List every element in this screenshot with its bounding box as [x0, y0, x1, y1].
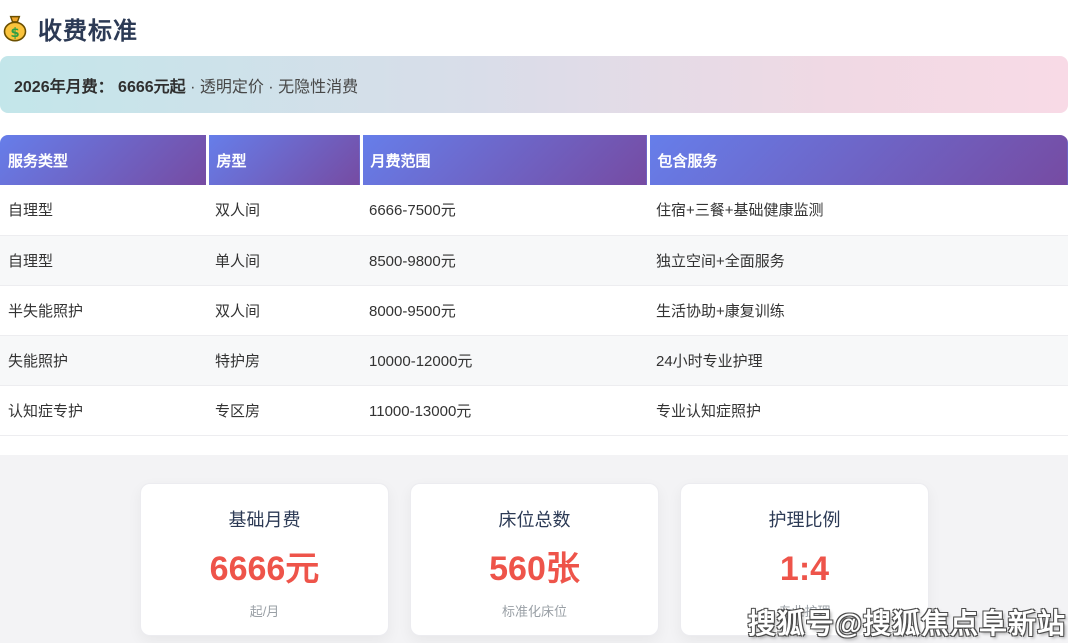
fee-banner: 2026年月费： 6666元起 · 透明定价 · 无隐性消费 [0, 56, 1068, 113]
table-row: 失能照护 特护房 10000-12000元 24小时专业护理 [0, 335, 1068, 385]
cell-room-type: 双人间 [207, 285, 361, 335]
cell-service-type: 认知症专护 [0, 385, 207, 435]
table-row: 认知症专护 专区房 11000-13000元 专业认知症照护 [0, 385, 1068, 435]
svg-text:$: $ [10, 26, 19, 41]
stat-label: 基础月费 [141, 509, 388, 531]
cell-included-services: 专业认知症照护 [648, 385, 1068, 435]
table-row: 半失能照护 双人间 8000-9500元 生活协助+康复训练 [0, 285, 1068, 335]
page-header: $ 收费标准 [0, 0, 1068, 44]
cell-room-type: 特护房 [207, 335, 361, 385]
stat-label: 护理比例 [681, 509, 928, 531]
cell-room-type: 单人间 [207, 235, 361, 285]
pricing-page: { "page": { "title": "收费标准" }, "banner":… [0, 0, 1068, 643]
table-row: 自理型 单人间 8500-9800元 独立空间+全面服务 [0, 235, 1068, 285]
cell-included-services: 24小时专业护理 [648, 335, 1068, 385]
cell-service-type: 自理型 [0, 185, 207, 235]
pricing-table: 服务类型 房型 月费范围 包含服务 自理型 双人间 6666-7500元 住宿+… [0, 135, 1068, 436]
table-row: 自理型 双人间 6666-7500元 住宿+三餐+基础健康监测 [0, 185, 1068, 235]
cell-fee-range: 10000-12000元 [361, 335, 648, 385]
page-title: 收费标准 [38, 11, 138, 46]
cell-service-type: 半失能照护 [0, 285, 207, 335]
column-header-included-services: 包含服务 [648, 135, 1068, 185]
banner-tagline: · 透明定价 · 无隐性消费 [186, 73, 358, 97]
cell-service-type: 失能照护 [0, 335, 207, 385]
stat-card-total-beds: 床位总数 560张 标准化床位 [410, 483, 659, 636]
stat-sub: 起/月 [141, 601, 388, 620]
stat-label: 床位总数 [411, 509, 658, 531]
table-header-row: 服务类型 房型 月费范围 包含服务 [0, 135, 1068, 185]
stat-sub: 标准化床位 [411, 601, 658, 620]
cell-fee-range: 6666-7500元 [361, 185, 648, 235]
stat-value: 560张 [411, 549, 658, 589]
watermark: 搜狐号@搜狐焦点阜新站 [748, 602, 1066, 642]
cell-fee-range: 8000-9500元 [361, 285, 648, 335]
cell-fee-range: 11000-13000元 [361, 385, 648, 435]
column-header-service-type: 服务类型 [0, 135, 207, 185]
banner-highlight: 2026年月费： 6666元起 [14, 73, 186, 97]
column-header-room-type: 房型 [207, 135, 361, 185]
stat-value: 1:4 [681, 549, 928, 589]
cell-fee-range: 8500-9800元 [361, 235, 648, 285]
stat-value: 6666元 [141, 549, 388, 589]
stat-card-base-monthly-fee: 基础月费 6666元 起/月 [140, 483, 389, 636]
column-header-fee-range: 月费范围 [361, 135, 648, 185]
cell-included-services: 生活协助+康复训练 [648, 285, 1068, 335]
cell-service-type: 自理型 [0, 235, 207, 285]
money-bag-icon: $ [1, 14, 29, 42]
cell-included-services: 住宿+三餐+基础健康监测 [648, 185, 1068, 235]
cell-room-type: 专区房 [207, 385, 361, 435]
cell-included-services: 独立空间+全面服务 [648, 235, 1068, 285]
cell-room-type: 双人间 [207, 185, 361, 235]
